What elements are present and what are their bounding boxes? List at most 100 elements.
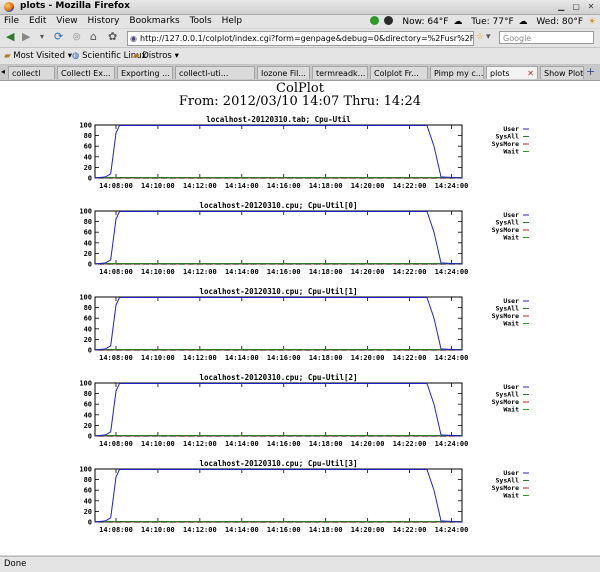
chevron-down-icon: ▾ — [175, 51, 179, 61]
tab-colplot-fr[interactable]: Colplot Fr... — [370, 66, 428, 79]
y-tick-label: 60 — [84, 315, 92, 323]
chart-title: localhost-20120310.cpu; Cpu-Util[3] — [199, 459, 357, 468]
x-tick-label: 14:18:00 — [309, 268, 343, 276]
x-tick-label: 14:08:00 — [99, 354, 133, 362]
y-tick-label: 20 — [84, 508, 92, 516]
tab-bar: ◂ collectl Collectl Ex... Exporting ... … — [0, 65, 600, 81]
tab-scroll-left-icon[interactable]: ◂ — [1, 67, 5, 76]
status-green-icon[interactable] — [370, 16, 379, 25]
legend-label: Wait — [503, 320, 519, 328]
tab-close-icon[interactable]: ✕ — [527, 67, 534, 79]
y-tick-label: 60 — [84, 143, 92, 151]
plot-frame — [95, 297, 462, 350]
x-tick-label: 14:20:00 — [351, 354, 385, 362]
cpu-chart: localhost-20120310.cpu; Cpu-Util[3] 0 20 40… — [0, 459, 600, 543]
x-tick-label: 14:16:00 — [267, 182, 301, 190]
y-tick-label: 20 — [84, 164, 92, 172]
menu-view[interactable]: View — [56, 16, 77, 26]
y-tick-label: 20 — [84, 336, 92, 344]
x-tick-label: 14:10:00 — [141, 182, 175, 190]
menu-edit[interactable]: Edit — [29, 16, 46, 26]
back-arrow-icon[interactable]: ◀ — [6, 31, 14, 43]
y-tick-label: 40 — [84, 239, 92, 247]
x-tick-label: 14:12:00 — [183, 182, 217, 190]
y-tick-label: 20 — [84, 250, 92, 258]
new-tab-icon[interactable]: + — [586, 65, 595, 78]
tab-collectl[interactable]: collectl — [8, 66, 55, 79]
tab-pimp[interactable]: Pimp my c... — [430, 66, 484, 79]
x-tick-label: 14:20:00 — [351, 526, 385, 534]
firefox-icon — [4, 2, 14, 12]
menu-tools[interactable]: Tools — [190, 16, 212, 26]
page-content: ColPlot From: 2012/03/10 14:07 Thru: 14:… — [0, 81, 600, 555]
tab-collectl-ex[interactable]: Collectl Ex... — [57, 66, 115, 79]
legend-label: Wait — [503, 492, 519, 500]
bookmark-label: Most Visited — [13, 51, 65, 61]
y-tick-label: 60 — [84, 229, 92, 237]
tab-show-plots[interactable]: Show Plots — [540, 66, 584, 79]
url-bar[interactable]: ◉ http://127.0.0.1/colplot/index.cgi?for… — [127, 31, 474, 46]
y-tick-label: 0 — [88, 261, 92, 269]
window-controls: ▁ ▢ ✕ — [554, 2, 596, 12]
history-dropdown-icon[interactable]: ▾ — [40, 31, 44, 43]
x-tick-label: 14:24:00 — [435, 440, 469, 448]
x-tick-label: 14:08:00 — [99, 268, 133, 276]
chart-title: localhost-20120310.cpu; Cpu-Util[2] — [199, 373, 357, 382]
menu-bookmarks[interactable]: Bookmarks — [129, 16, 179, 26]
weather-now[interactable]: Now: 64°F — [402, 17, 448, 27]
y-tick-label: 100 — [79, 380, 92, 388]
y-tick-label: 40 — [84, 411, 92, 419]
y-tick-label: 60 — [84, 401, 92, 409]
weather-tue[interactable]: Tue: 77°F — [471, 17, 513, 27]
menu-help[interactable]: Help — [222, 16, 243, 26]
x-tick-label: 14:08:00 — [99, 526, 133, 534]
tab-iozone[interactable]: Iozone Fil... — [257, 66, 310, 79]
x-tick-label: 14:14:00 — [225, 182, 259, 190]
minimize-icon[interactable]: ▁ — [556, 2, 566, 12]
status-dark-icon[interactable] — [384, 16, 393, 25]
status-bar: Done — [0, 556, 600, 572]
y-tick-label: 0 — [88, 433, 92, 441]
y-tick-label: 80 — [84, 476, 92, 484]
folder-icon: ▰ — [133, 51, 140, 61]
x-tick-label: 14:16:00 — [267, 526, 301, 534]
home-icon[interactable]: ⌂ — [90, 31, 97, 43]
y-tick-label: 80 — [84, 390, 92, 398]
status-text: Done — [4, 559, 26, 569]
weather-widget: Now: 64°F ☁ Tue: 77°F ☁ Wed: 80°F ☀ — [364, 16, 596, 27]
stop-icon[interactable]: ⊗ — [72, 31, 81, 43]
x-tick-label: 14:24:00 — [435, 268, 469, 276]
y-tick-label: 80 — [84, 304, 92, 312]
url-dropdown-icon[interactable]: ▾ — [486, 31, 491, 43]
menu-file[interactable]: File — [4, 16, 19, 26]
y-tick-label: 0 — [88, 175, 92, 183]
series-line-user — [95, 298, 462, 351]
tab-collectl-uti[interactable]: collectl-uti... — [175, 66, 255, 79]
maximize-icon[interactable]: ▢ — [571, 2, 581, 12]
tab-termreadk[interactable]: termreadk... — [312, 66, 368, 79]
menu-history[interactable]: History — [87, 16, 119, 26]
star-icon[interactable]: ☆ — [476, 31, 484, 43]
y-tick-label: 0 — [88, 519, 92, 527]
y-tick-label: 60 — [84, 487, 92, 495]
legend-label: Wait — [503, 148, 519, 156]
y-tick-label: 80 — [84, 132, 92, 140]
tab-plots[interactable]: plots ✕ — [486, 66, 538, 79]
x-tick-label: 14:14:00 — [225, 268, 259, 276]
x-tick-label: 14:20:00 — [351, 440, 385, 448]
bookmark-most-visited[interactable]: ▰ Most Visited ▾ — [4, 51, 72, 61]
bookmark-distros[interactable]: ▰ Distros ▾ — [133, 51, 179, 61]
tab-plots-label: plots — [490, 69, 510, 78]
search-input[interactable]: Google — [499, 31, 594, 44]
y-tick-label: 40 — [84, 497, 92, 505]
x-tick-label: 14:18:00 — [309, 354, 343, 362]
close-icon[interactable]: ✕ — [586, 2, 596, 12]
y-tick-label: 100 — [79, 208, 92, 216]
tab-exporting[interactable]: Exporting ... — [117, 66, 173, 79]
weather-wed[interactable]: Wed: 80°F — [536, 17, 583, 27]
forward-arrow-icon[interactable]: ▶ — [22, 31, 30, 43]
bookmark-star-icon[interactable]: ✿ — [108, 31, 117, 43]
reload-icon[interactable]: ⟳ — [54, 31, 63, 43]
url-text: http://127.0.0.1/colplot/index.cgi?form=… — [140, 34, 474, 43]
x-tick-label: 14:22:00 — [393, 268, 427, 276]
